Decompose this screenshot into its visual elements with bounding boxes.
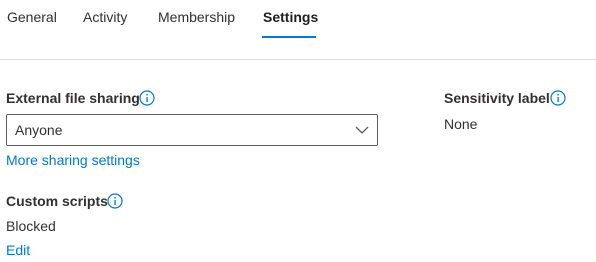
edit-custom-scripts-link[interactable]: Edit <box>6 242 30 258</box>
more-sharing-settings-link[interactable]: More sharing settings <box>6 152 140 168</box>
chevron-down-icon <box>355 126 369 134</box>
sensitivity-label-label: Sensitivity label <box>444 90 550 106</box>
active-tab-indicator <box>262 36 316 38</box>
info-icon[interactable] <box>107 193 123 209</box>
info-icon[interactable] <box>139 90 155 106</box>
custom-scripts-label: Custom scripts <box>6 193 108 209</box>
external-sharing-selected-value: Anyone <box>15 122 63 138</box>
tab-membership[interactable]: Membership <box>158 9 235 25</box>
tab-bar: General Activity Membership Settings <box>0 0 596 60</box>
info-icon[interactable] <box>550 90 566 106</box>
tab-general[interactable]: General <box>7 9 57 25</box>
tab-settings[interactable]: Settings <box>263 9 318 25</box>
external-sharing-dropdown[interactable]: Anyone <box>6 114 378 146</box>
tab-activity[interactable]: Activity <box>83 9 127 25</box>
external-sharing-label: External file sharing <box>6 90 140 106</box>
custom-scripts-value: Blocked <box>6 218 56 234</box>
sensitivity-label-value: None <box>444 116 478 132</box>
